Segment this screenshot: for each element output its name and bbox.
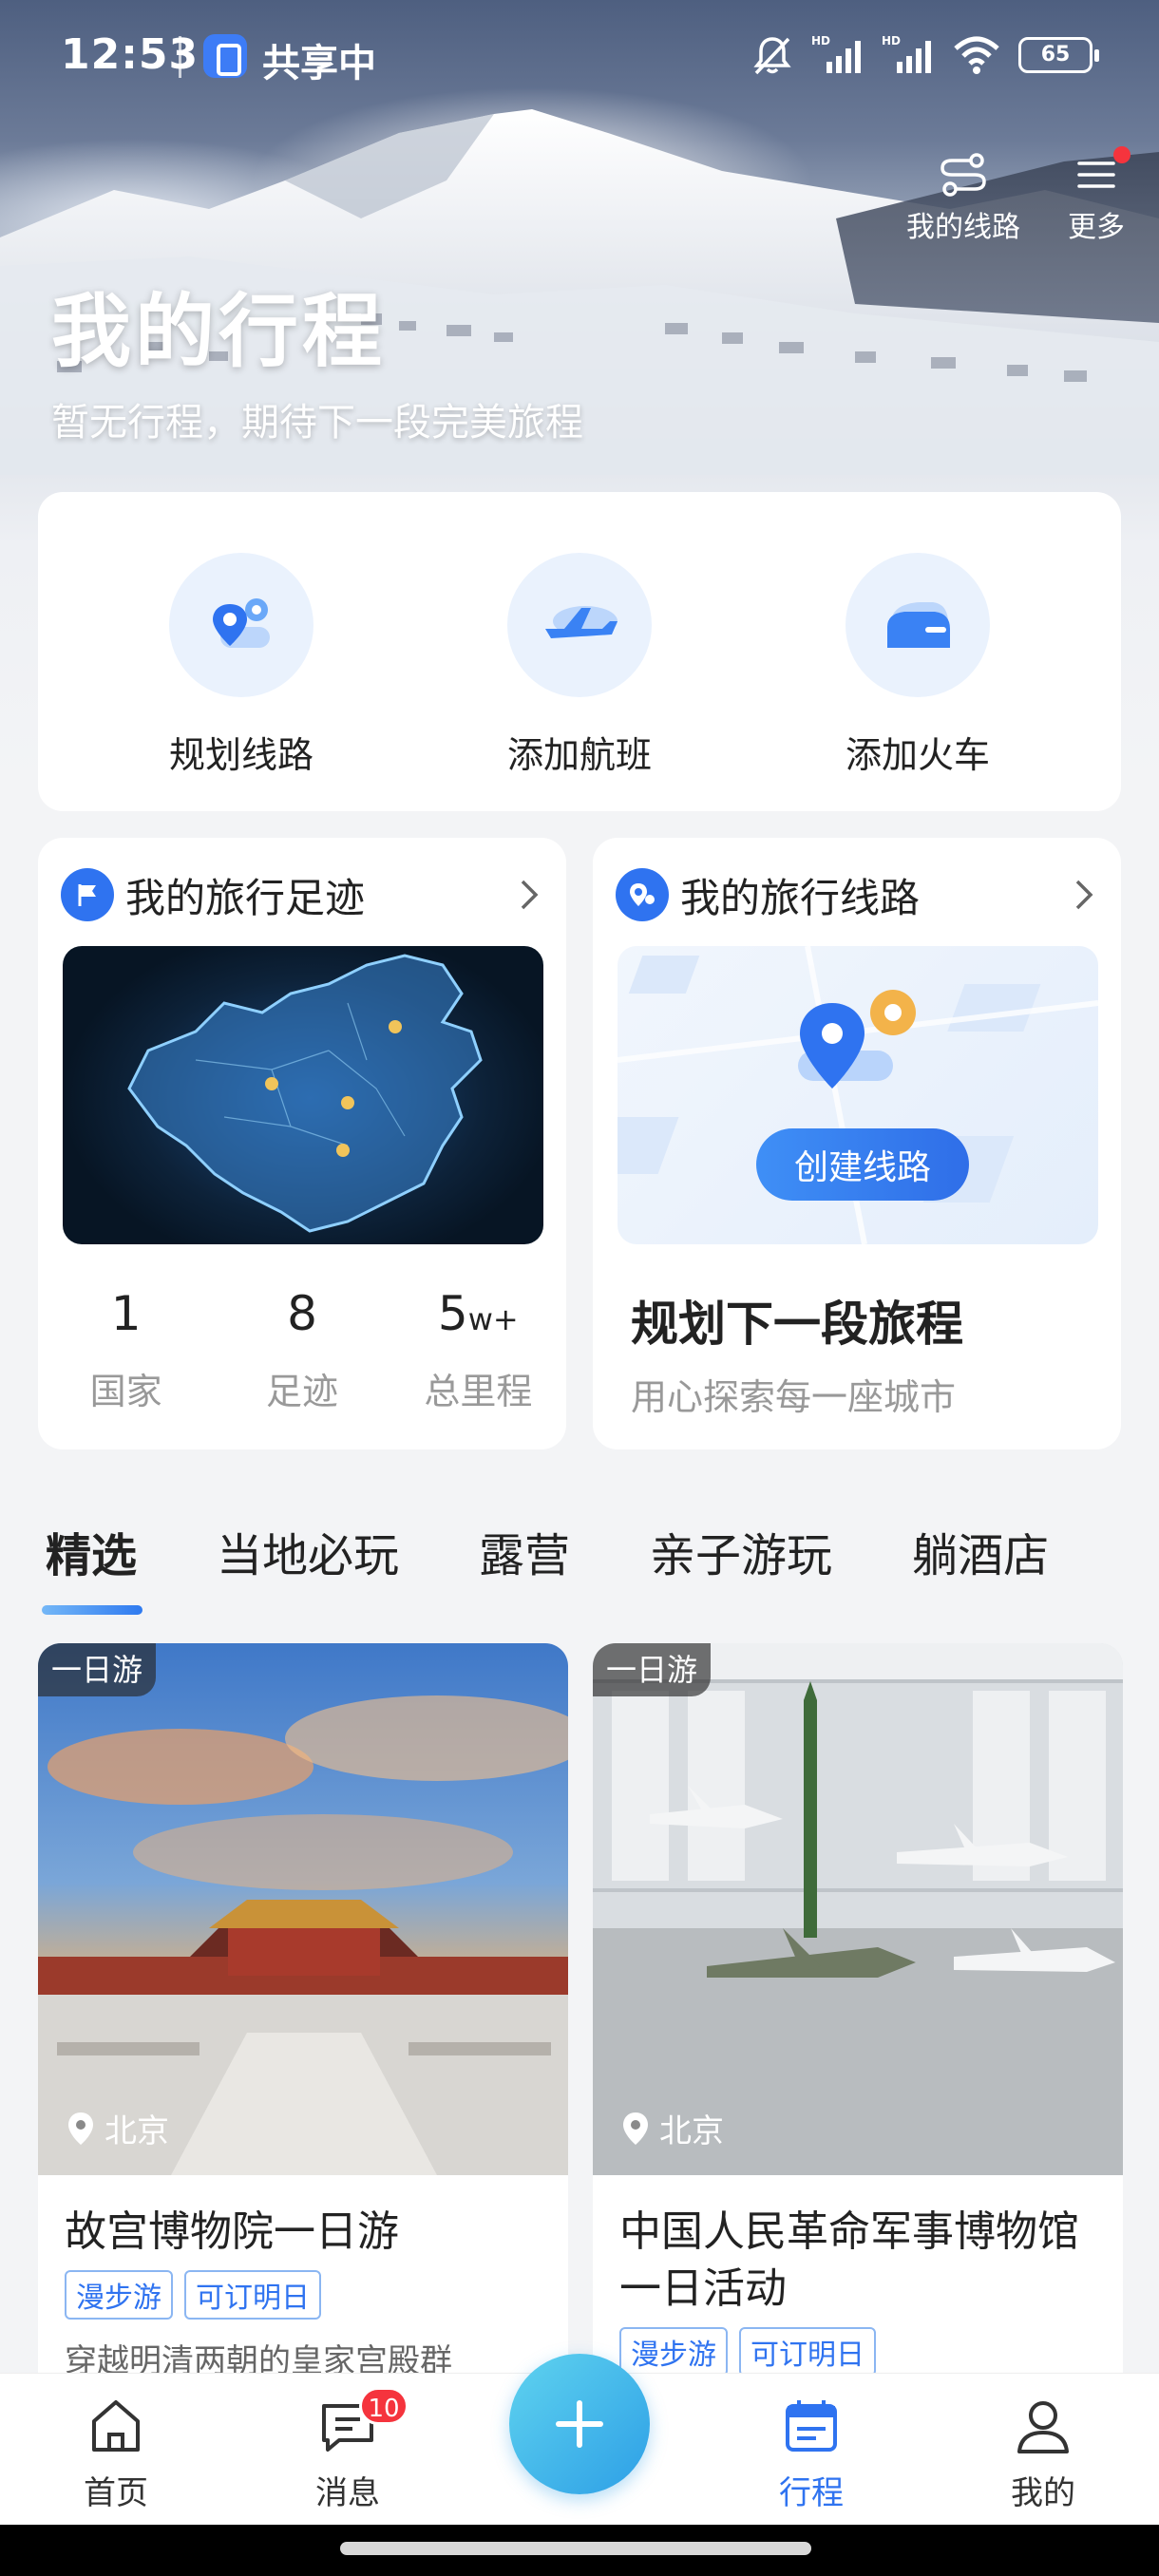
stat-countries: 1 国家 <box>38 1286 214 1414</box>
train-icon <box>846 553 990 697</box>
status-icons: HD HD 65 <box>750 28 1099 82</box>
plan-next-trip-subtitle: 用心探索每一座城市 <box>631 1376 957 1418</box>
stat-mileage-label: 总里程 <box>424 1371 533 1412</box>
page-title: 我的行程 <box>51 285 387 378</box>
tag-bookable-tomorrow: 可订明日 <box>184 2270 321 2320</box>
location-label: 北京 <box>659 2112 724 2150</box>
add-flight-button[interactable]: 添加航班 <box>475 553 684 778</box>
product-title: 故宫博物院一日游 <box>65 2207 399 2256</box>
stat-mileage: 5w+ 总里程 <box>390 1286 566 1414</box>
day-trip-badge: 一日游 <box>38 1643 157 1696</box>
routes-title: 我的旅行线路 <box>680 874 921 921</box>
route-illustration: 创建线路 <box>618 946 1098 1244</box>
travel-footprint-card[interactable]: 我的旅行足迹 1 国家 8 足迹 5w+ 总里程 <box>38 838 566 1449</box>
screen-share-icon <box>203 34 247 78</box>
travel-routes-card[interactable]: 我的旅行线路 创建线路 规划下一段旅程 用心探索每一座城市 <box>593 838 1121 1449</box>
calendar-icon <box>786 2400 837 2452</box>
route-badge-icon <box>616 868 669 921</box>
page-subtitle: 暂无行程，期待下一段完美旅程 <box>51 401 583 445</box>
location-tag: 北京 <box>619 2105 724 2151</box>
nav-home[interactable]: 首页 <box>40 2393 192 2513</box>
quick-actions-card: 规划线路 添加航班 添加火车 <box>38 492 1121 811</box>
plan-next-trip-title: 规划下一段旅程 <box>631 1297 963 1352</box>
stat-countries-value: 1 <box>110 1286 142 1341</box>
forbidden-city-photo <box>38 1643 568 2175</box>
my-routes-button[interactable]: 我的线路 <box>906 152 1020 245</box>
wifi-icon <box>954 36 999 74</box>
tab-hotel-stay[interactable]: 躺酒店 <box>912 1518 1049 1594</box>
menu-icon <box>1077 161 1115 188</box>
signal-icon-2: HD <box>882 34 931 73</box>
notification-dot <box>1113 146 1130 163</box>
mute-bell-icon <box>753 37 791 75</box>
nav-mine[interactable]: 我的 <box>967 2393 1119 2513</box>
tab-family-fun[interactable]: 亲子游玩 <box>650 1518 832 1594</box>
plan-route-button[interactable]: 规划线路 <box>137 553 346 778</box>
plan-route-label: 规划线路 <box>168 734 314 776</box>
product-card-forbidden-city[interactable]: 一日游 北京 故宫博物院一日游 漫步游 可订明日 穿越明清两朝的皇家宫殿群 <box>38 1643 568 2403</box>
battery-indicator: 65 <box>1018 37 1099 73</box>
nav-messages[interactable]: 10 消息 <box>272 2387 424 2513</box>
create-route-button[interactable]: 创建线路 <box>756 1128 969 1201</box>
route-icon <box>940 153 986 197</box>
signal-hd-label-2: HD <box>882 34 901 47</box>
airplane-icon <box>507 553 652 697</box>
route-pin-icon <box>169 553 314 697</box>
add-trip-button[interactable] <box>509 2354 650 2494</box>
tag-walking-tour: 漫步游 <box>619 2327 728 2377</box>
footprint-header: 我的旅行足迹 <box>61 866 543 923</box>
day-trip-badge: 一日游 <box>593 1643 712 1696</box>
add-flight-label: 添加航班 <box>506 734 652 776</box>
chevron-right-icon[interactable] <box>1070 876 1098 914</box>
nav-mine-label: 我的 <box>1011 2474 1075 2512</box>
tab-featured[interactable]: 精选 <box>41 1518 143 1615</box>
chevron-right-icon[interactable] <box>515 876 543 914</box>
china-map-image <box>63 946 543 1244</box>
tag-bookable-tomorrow: 可订明日 <box>739 2327 876 2377</box>
more-button[interactable]: 更多 <box>1068 146 1130 245</box>
stat-footprints: 8 足迹 <box>214 1286 390 1414</box>
stat-mileage-unit: w+ <box>467 1301 519 1337</box>
sharing-label: 共享中 <box>262 42 376 85</box>
footprint-stats: 1 国家 8 足迹 5w+ 总里程 <box>38 1286 566 1414</box>
product-tags: 漫步游 可订明日 <box>65 2270 321 2320</box>
more-label: 更多 <box>1068 211 1125 244</box>
location-pin-icon <box>68 2112 93 2145</box>
tab-camping[interactable]: 露营 <box>479 1518 570 1594</box>
product-tags: 漫步游 可订明日 <box>619 2327 876 2377</box>
category-tabs: 精选 当地必玩 露营 亲子游玩 躺酒店 <box>41 1518 1159 1615</box>
signal-icon: HD <box>811 34 861 73</box>
stat-countries-label: 国家 <box>89 1371 162 1412</box>
tab-local-must-play[interactable]: 当地必玩 <box>217 1518 399 1594</box>
add-train-button[interactable]: 添加火车 <box>813 553 1022 778</box>
stat-footprints-value: 8 <box>287 1286 317 1341</box>
home-icon <box>92 2400 140 2452</box>
stat-mileage-value: 5 <box>437 1286 468 1341</box>
tag-walking-tour: 漫步游 <box>65 2270 173 2320</box>
user-icon <box>1017 2401 1069 2453</box>
footprint-title: 我的旅行足迹 <box>125 874 366 921</box>
stat-footprints-label: 足迹 <box>265 1371 338 1412</box>
military-museum-photo <box>593 1643 1123 2175</box>
status-separator <box>179 36 181 78</box>
product-title: 中国人民革命军事博物馆一日活动 <box>619 2207 1079 2313</box>
nav-home-label: 首页 <box>84 2474 148 2512</box>
location-pin-icon <box>623 2112 648 2145</box>
home-indicator[interactable] <box>340 2542 811 2555</box>
plus-icon <box>556 2400 603 2448</box>
flag-icon <box>61 868 114 921</box>
location-tag: 北京 <box>65 2105 169 2151</box>
header-actions: 我的线路 更多 <box>906 146 1130 245</box>
nav-messages-label: 消息 <box>315 2474 380 2512</box>
product-card-military-museum[interactable]: 一日游 北京 中国人民革命军事博物馆一日活动 漫步游 可订明日 <box>593 1643 1123 2403</box>
location-label: 北京 <box>104 2112 169 2150</box>
unread-count-badge: 10 <box>359 2387 408 2425</box>
routes-header: 我的旅行线路 <box>616 866 1098 923</box>
add-train-label: 添加火车 <box>845 734 990 776</box>
signal-hd-label: HD <box>811 34 830 47</box>
status-bar: 12:53 共享中 HD HD 65 <box>0 0 1159 112</box>
nav-trips[interactable]: 行程 <box>735 2393 887 2513</box>
my-routes-label: 我的线路 <box>906 211 1020 244</box>
nav-trips-label: 行程 <box>779 2474 844 2512</box>
